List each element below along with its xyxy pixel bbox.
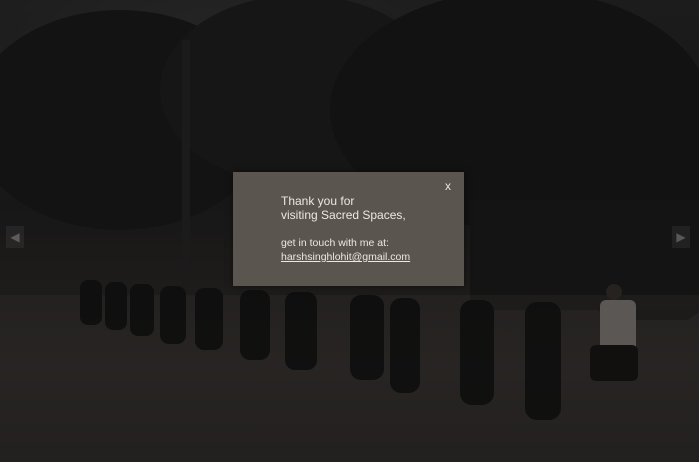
dialog-heading: Thank you for visiting Sacred Spaces, bbox=[281, 194, 456, 222]
close-button[interactable]: x bbox=[442, 179, 454, 193]
chevron-right-icon: ▶ bbox=[676, 230, 686, 244]
previous-slide-button[interactable]: ◀ bbox=[6, 226, 24, 248]
chevron-left-icon: ◀ bbox=[10, 230, 20, 244]
thank-you-dialog: x Thank you for visiting Sacred Spaces, … bbox=[233, 172, 464, 286]
dialog-body: Thank you for visiting Sacred Spaces, ge… bbox=[281, 194, 456, 264]
contact-text: get in touch with me at: bbox=[281, 237, 389, 249]
next-slide-button[interactable]: ▶ bbox=[672, 226, 690, 248]
email-link[interactable]: harshsinghlohit@gmail.com bbox=[281, 250, 456, 264]
heading-line-1: Thank you for bbox=[281, 194, 355, 208]
heading-line-2: visiting Sacred Spaces, bbox=[281, 208, 406, 222]
gallery-stage: ◀ ▶ x Thank you for visiting Sacred Spac… bbox=[0, 0, 699, 462]
